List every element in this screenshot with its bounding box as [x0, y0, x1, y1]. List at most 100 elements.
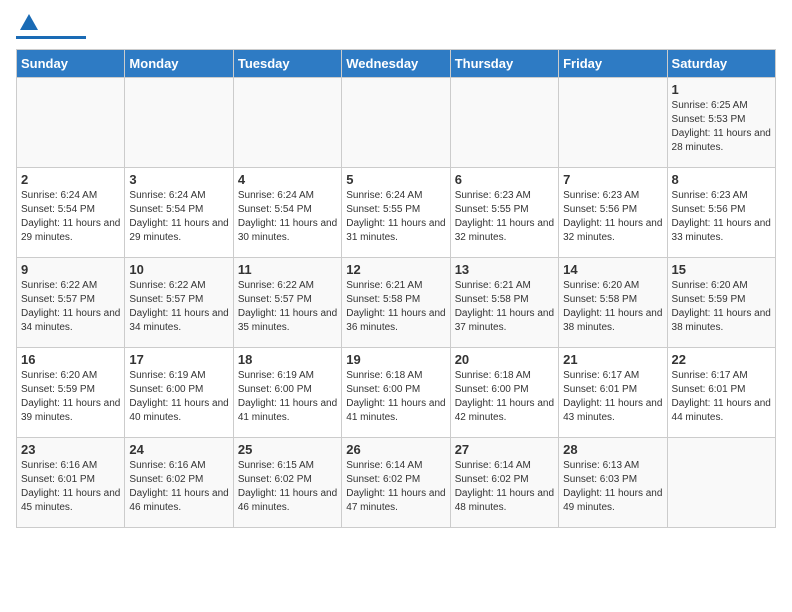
day-number: 5 [346, 172, 445, 187]
header-day-wednesday: Wednesday [342, 50, 450, 78]
day-info: Sunrise: 6:24 AM Sunset: 5:55 PM Dayligh… [346, 189, 445, 245]
calendar-cell: 16Sunrise: 6:20 AM Sunset: 5:59 PM Dayli… [17, 348, 125, 438]
day-info: Sunrise: 6:15 AM Sunset: 6:02 PM Dayligh… [238, 459, 337, 515]
week-row-3: 9Sunrise: 6:22 AM Sunset: 5:57 PM Daylig… [17, 258, 776, 348]
calendar-cell: 7 Sunrise: 6:23 AM Sunset: 5:56 PM Daylig… [559, 168, 667, 258]
calendar-cell: 2 Sunrise: 6:24 AM Sunset: 5:54 PM Daylig… [17, 168, 125, 258]
logo-underline [16, 36, 86, 39]
header-row: SundayMondayTuesdayWednesdayThursdayFrid… [17, 50, 776, 78]
logo-icon [18, 12, 40, 34]
day-info: Sunrise: 6:17 AM Sunset: 6:01 PM Dayligh… [563, 369, 662, 425]
day-info: Sunrise: 6:14 AM Sunset: 6:02 PM Dayligh… [455, 459, 554, 515]
day-number: 19 [346, 352, 445, 367]
day-info: Sunrise: 6:17 AM Sunset: 6:01 PM Dayligh… [672, 369, 771, 425]
calendar-cell: 1 Sunrise: 6:25 AM Sunset: 5:53 PM Daylig… [667, 78, 775, 168]
calendar-cell: 3Sunrise: 6:24 AM Sunset: 5:54 PM Daylig… [125, 168, 233, 258]
calendar-cell: 28 Sunrise: 6:13 AM Sunset: 6:03 PM Dayli… [559, 438, 667, 528]
calendar-cell: 10Sunrise: 6:22 AM Sunset: 5:57 PM Dayli… [125, 258, 233, 348]
day-info: Sunrise: 6:18 AM Sunset: 6:00 PM Dayligh… [346, 369, 445, 425]
day-number: 3 [129, 172, 228, 187]
day-number: 16 [21, 352, 120, 367]
calendar-cell [342, 78, 450, 168]
day-number: 8 [672, 172, 771, 187]
day-number: 12 [346, 262, 445, 277]
day-info: Sunrise: 6:19 AM Sunset: 6:00 PM Dayligh… [129, 369, 228, 425]
week-row-4: 16Sunrise: 6:20 AM Sunset: 5:59 PM Dayli… [17, 348, 776, 438]
calendar-cell [233, 78, 341, 168]
day-number: 17 [129, 352, 228, 367]
calendar-cell [667, 438, 775, 528]
day-number: 21 [563, 352, 662, 367]
day-number: 1 [672, 82, 771, 97]
calendar-cell [559, 78, 667, 168]
week-row-2: 2 Sunrise: 6:24 AM Sunset: 5:54 PM Daylig… [17, 168, 776, 258]
day-number: 22 [672, 352, 771, 367]
day-number: 23 [21, 442, 120, 457]
calendar-cell: 18 Sunrise: 6:19 AM Sunset: 6:00 PM Dayli… [233, 348, 341, 438]
calendar-cell: 4 Sunrise: 6:24 AM Sunset: 5:54 PM Daylig… [233, 168, 341, 258]
header-day-thursday: Thursday [450, 50, 558, 78]
calendar-cell: 5 Sunrise: 6:24 AM Sunset: 5:55 PM Daylig… [342, 168, 450, 258]
calendar-cell: 17 Sunrise: 6:19 AM Sunset: 6:00 PM Dayli… [125, 348, 233, 438]
day-number: 18 [238, 352, 337, 367]
day-number: 4 [238, 172, 337, 187]
day-number: 28 [563, 442, 662, 457]
calendar-cell: 6 Sunrise: 6:23 AM Sunset: 5:55 PM Daylig… [450, 168, 558, 258]
calendar-cell: 19 Sunrise: 6:18 AM Sunset: 6:00 PM Dayli… [342, 348, 450, 438]
calendar-cell [125, 78, 233, 168]
day-info: Sunrise: 6:16 AM Sunset: 6:01 PM Dayligh… [21, 459, 120, 515]
day-info: Sunrise: 6:24 AM Sunset: 5:54 PM Dayligh… [238, 189, 337, 245]
calendar-cell: 24 Sunrise: 6:16 AM Sunset: 6:02 PM Dayli… [125, 438, 233, 528]
day-number: 20 [455, 352, 554, 367]
logo [16, 16, 86, 39]
calendar-cell: 9Sunrise: 6:22 AM Sunset: 5:57 PM Daylig… [17, 258, 125, 348]
calendar-cell: 21 Sunrise: 6:17 AM Sunset: 6:01 PM Dayli… [559, 348, 667, 438]
calendar-cell: 20 Sunrise: 6:18 AM Sunset: 6:00 PM Dayli… [450, 348, 558, 438]
calendar-cell: 14Sunrise: 6:20 AM Sunset: 5:58 PM Dayli… [559, 258, 667, 348]
day-info: Sunrise: 6:22 AM Sunset: 5:57 PM Dayligh… [238, 279, 337, 335]
calendar-table: SundayMondayTuesdayWednesdayThursdayFrid… [16, 49, 776, 528]
week-row-1: 1 Sunrise: 6:25 AM Sunset: 5:53 PM Daylig… [17, 78, 776, 168]
day-info: Sunrise: 6:24 AM Sunset: 5:54 PM Dayligh… [21, 189, 120, 245]
day-number: 6 [455, 172, 554, 187]
calendar-cell: 11Sunrise: 6:22 AM Sunset: 5:57 PM Dayli… [233, 258, 341, 348]
day-info: Sunrise: 6:20 AM Sunset: 5:59 PM Dayligh… [672, 279, 771, 335]
page-header [16, 16, 776, 39]
day-info: Sunrise: 6:23 AM Sunset: 5:55 PM Dayligh… [455, 189, 554, 245]
calendar-cell [450, 78, 558, 168]
day-number: 24 [129, 442, 228, 457]
calendar-cell: 25 Sunrise: 6:15 AM Sunset: 6:02 PM Dayli… [233, 438, 341, 528]
day-number: 2 [21, 172, 120, 187]
day-info: Sunrise: 6:19 AM Sunset: 6:00 PM Dayligh… [238, 369, 337, 425]
day-info: Sunrise: 6:14 AM Sunset: 6:02 PM Dayligh… [346, 459, 445, 515]
header-day-friday: Friday [559, 50, 667, 78]
calendar-cell: 13 Sunrise: 6:21 AM Sunset: 5:58 PM Dayli… [450, 258, 558, 348]
week-row-5: 23 Sunrise: 6:16 AM Sunset: 6:01 PM Dayli… [17, 438, 776, 528]
day-info: Sunrise: 6:13 AM Sunset: 6:03 PM Dayligh… [563, 459, 662, 515]
day-number: 7 [563, 172, 662, 187]
day-info: Sunrise: 6:22 AM Sunset: 5:57 PM Dayligh… [21, 279, 120, 335]
calendar-cell: 12 Sunrise: 6:21 AM Sunset: 5:58 PM Dayli… [342, 258, 450, 348]
day-info: Sunrise: 6:23 AM Sunset: 5:56 PM Dayligh… [672, 189, 771, 245]
calendar-cell: 27 Sunrise: 6:14 AM Sunset: 6:02 PM Dayli… [450, 438, 558, 528]
day-number: 26 [346, 442, 445, 457]
day-info: Sunrise: 6:21 AM Sunset: 5:58 PM Dayligh… [346, 279, 445, 335]
calendar-cell: 22 Sunrise: 6:17 AM Sunset: 6:01 PM Dayli… [667, 348, 775, 438]
header-day-saturday: Saturday [667, 50, 775, 78]
calendar-cell: 8 Sunrise: 6:23 AM Sunset: 5:56 PM Daylig… [667, 168, 775, 258]
day-info: Sunrise: 6:21 AM Sunset: 5:58 PM Dayligh… [455, 279, 554, 335]
day-number: 27 [455, 442, 554, 457]
day-number: 10 [129, 262, 228, 277]
calendar-cell: 23 Sunrise: 6:16 AM Sunset: 6:01 PM Dayli… [17, 438, 125, 528]
day-info: Sunrise: 6:16 AM Sunset: 6:02 PM Dayligh… [129, 459, 228, 515]
day-info: Sunrise: 6:25 AM Sunset: 5:53 PM Dayligh… [672, 99, 771, 155]
header-day-sunday: Sunday [17, 50, 125, 78]
header-day-monday: Monday [125, 50, 233, 78]
header-day-tuesday: Tuesday [233, 50, 341, 78]
day-number: 13 [455, 262, 554, 277]
day-info: Sunrise: 6:23 AM Sunset: 5:56 PM Dayligh… [563, 189, 662, 245]
calendar-header: SundayMondayTuesdayWednesdayThursdayFrid… [17, 50, 776, 78]
day-info: Sunrise: 6:18 AM Sunset: 6:00 PM Dayligh… [455, 369, 554, 425]
day-number: 14 [563, 262, 662, 277]
day-number: 25 [238, 442, 337, 457]
